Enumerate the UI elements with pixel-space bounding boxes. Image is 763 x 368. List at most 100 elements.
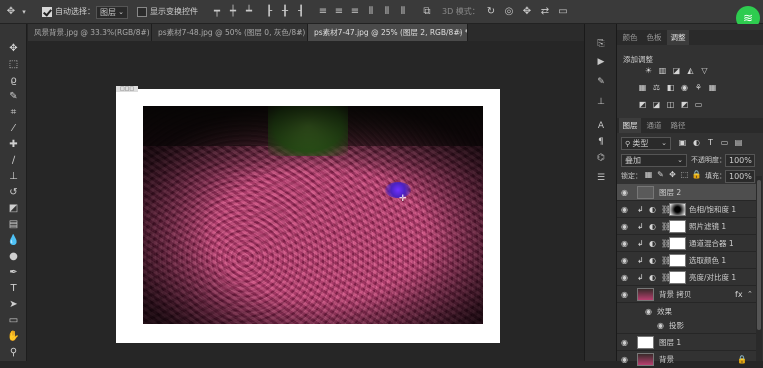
blur-tool-icon[interactable]: 💧 bbox=[4, 234, 23, 248]
marquee-tool-icon[interactable]: ⬚ bbox=[4, 58, 23, 72]
filter-shape-icon[interactable]: ▭ bbox=[719, 138, 730, 148]
move-icon[interactable]: ✥ bbox=[4, 5, 18, 19]
3d-slide-icon[interactable]: ⇄ bbox=[538, 5, 552, 19]
move-tool-icon[interactable]: ✥ bbox=[4, 42, 23, 56]
lock-artboard-icon[interactable]: ⬚ bbox=[679, 170, 690, 180]
visibility-eye-icon[interactable]: ◉ bbox=[621, 201, 628, 218]
lasso-tool-icon[interactable]: ϱ bbox=[4, 74, 23, 88]
eyedropper-tool-icon[interactable]: ⁄ bbox=[4, 122, 23, 136]
eraser-tool-icon[interactable]: ◩ bbox=[4, 202, 23, 216]
auto-select-target-select[interactable]: 图层 ⌄ bbox=[96, 6, 128, 19]
gradient-tool-icon[interactable]: ▤ bbox=[4, 218, 23, 232]
layer-row[interactable]: ◉ ↲ ◐ ⛓ 色相/饱和度 1 bbox=[617, 201, 757, 218]
align-vcenter-icon[interactable]: ┿ bbox=[226, 5, 240, 19]
show-transform-checkbox[interactable] bbox=[137, 7, 147, 17]
gradient-map-icon[interactable]: ▭ bbox=[693, 100, 704, 110]
type-tool-icon[interactable]: T bbox=[4, 282, 23, 296]
levels-icon[interactable]: ▥ bbox=[657, 66, 668, 76]
clone-stamp-tool-icon[interactable]: ⊥ bbox=[4, 170, 23, 184]
distribute-vcenter-icon[interactable]: ≡ bbox=[332, 5, 346, 19]
layer-filter-select[interactable]: ⚲ 类型 ⌄ bbox=[621, 137, 671, 150]
effect-item-row[interactable]: ◉ 投影 bbox=[617, 317, 757, 334]
character-panel-icon[interactable]: A bbox=[593, 120, 609, 133]
posterize-icon[interactable]: ◪ bbox=[651, 100, 662, 110]
crop-tool-icon[interactable]: ⌗ bbox=[4, 106, 23, 120]
align-left-icon[interactable]: ┠ bbox=[262, 5, 276, 19]
hand-tool-icon[interactable]: ✋ bbox=[4, 330, 23, 344]
tab-document-1[interactable]: 风景背景.jpg @ 33.3%(RGB/8#) bbox=[28, 24, 152, 41]
tab-adjustments[interactable]: 调整 bbox=[667, 30, 689, 45]
path-select-tool-icon[interactable]: ➤ bbox=[4, 298, 23, 312]
vibrance-icon[interactable]: ▽ bbox=[699, 66, 710, 76]
align-hcenter-icon[interactable]: ╂ bbox=[278, 5, 292, 19]
chevron-down-icon[interactable]: ⌃ bbox=[747, 286, 753, 303]
tool-preset-chevron-icon[interactable]: ▾ bbox=[17, 5, 31, 19]
color-balance-icon[interactable]: ⚖ bbox=[651, 83, 662, 93]
exposure-icon[interactable]: ◭ bbox=[685, 66, 696, 76]
lock-image-icon[interactable]: ✎ bbox=[655, 170, 666, 180]
layer-row[interactable]: ◉ 背景 🔒 bbox=[617, 351, 757, 368]
dodge-tool-icon[interactable]: ● bbox=[4, 250, 23, 264]
lock-transparent-icon[interactable]: ▦ bbox=[643, 170, 654, 180]
align-bottom-icon[interactable]: ┷ bbox=[242, 5, 256, 19]
blend-mode-select[interactable]: 叠加 ⌄ bbox=[621, 154, 687, 167]
photo-filter-icon[interactable]: ◉ bbox=[679, 83, 690, 93]
filter-pixel-icon[interactable]: ▣ bbox=[677, 138, 688, 148]
distribute-bottom-icon[interactable]: ≡ bbox=[348, 5, 362, 19]
visibility-eye-icon[interactable]: ◉ bbox=[621, 218, 628, 235]
threshold-icon[interactable]: ◫ bbox=[665, 100, 676, 110]
visibility-eye-icon[interactable]: ◉ bbox=[621, 252, 628, 269]
layer-row[interactable]: ◉ ↲ ◐ ⛓ 选取颜色 1 bbox=[617, 252, 757, 269]
brightness-icon[interactable]: ☀ bbox=[643, 66, 654, 76]
invert-icon[interactable]: ◩ bbox=[637, 100, 648, 110]
healing-brush-tool-icon[interactable]: ✚ bbox=[4, 138, 23, 152]
tab-document-3[interactable]: ps素材7-47.jpg @ 25% (图层 2, RGB/8#) * × bbox=[308, 24, 468, 41]
flower-field-photo[interactable] bbox=[143, 106, 483, 324]
distribute-hcenter-icon[interactable]: ⫴ bbox=[380, 5, 394, 19]
quick-select-tool-icon[interactable]: ✎ bbox=[4, 90, 23, 104]
curves-icon[interactable]: ◪ bbox=[671, 66, 682, 76]
visibility-eye-icon[interactable]: ◉ bbox=[621, 286, 628, 303]
align-top-icon[interactable]: ┯ bbox=[210, 5, 224, 19]
visibility-eye-icon[interactable]: ◉ bbox=[621, 269, 628, 286]
fill-input[interactable]: 100% bbox=[725, 170, 755, 183]
filter-smart-icon[interactable]: ▤ bbox=[733, 138, 744, 148]
actions-panel-icon[interactable]: ▶ bbox=[593, 56, 609, 69]
fx-icon[interactable]: fx bbox=[735, 286, 743, 303]
tab-color[interactable]: 颜色 bbox=[619, 30, 641, 45]
3d-rotate-icon[interactable]: ↻ bbox=[484, 5, 498, 19]
tab-swatches[interactable]: 色板 bbox=[643, 30, 665, 45]
3d-roll-icon[interactable]: ◎ bbox=[502, 5, 516, 19]
auto-select-checkbox[interactable] bbox=[42, 7, 52, 17]
hue-saturation-icon[interactable]: ▦ bbox=[637, 83, 648, 93]
shape-tool-icon[interactable]: ▭ bbox=[4, 314, 23, 328]
distribute-top-icon[interactable]: ≡ bbox=[316, 5, 330, 19]
brush-panel-icon[interactable]: ✎ bbox=[593, 76, 609, 89]
filter-adjust-icon[interactable]: ◐ bbox=[691, 138, 702, 148]
clone-source-panel-icon[interactable]: ⊥ bbox=[593, 96, 609, 109]
properties-panel-icon[interactable]: ☰ bbox=[593, 172, 609, 185]
layer-row[interactable]: ◉ 图层 1 bbox=[617, 334, 757, 351]
history-panel-icon[interactable]: ⎘ bbox=[593, 38, 609, 51]
tab-layers[interactable]: 图层 bbox=[619, 118, 641, 133]
close-icon[interactable]: × bbox=[297, 24, 303, 41]
align-right-icon[interactable]: ┨ bbox=[294, 5, 308, 19]
layer-row[interactable]: ◉ ↲ ◐ ⛓ 照片滤镜 1 bbox=[617, 218, 757, 235]
opacity-input[interactable]: 100% bbox=[725, 154, 755, 167]
layer-row[interactable]: ◉ ↲ ◐ ⛓ 亮度/对比度 1 bbox=[617, 269, 757, 286]
layer-row[interactable]: ◉ 背景 拷贝 fx ⌃ bbox=[617, 286, 757, 303]
3d-drag-icon[interactable]: ✥ bbox=[520, 5, 534, 19]
selective-color-icon[interactable]: ◩ bbox=[679, 100, 690, 110]
distribute-right-icon[interactable]: ⫴ bbox=[396, 5, 410, 19]
visibility-eye-icon[interactable]: ◉ bbox=[621, 351, 628, 368]
tab-channels[interactable]: 通道 bbox=[643, 118, 665, 133]
tab-paths[interactable]: 路径 bbox=[667, 118, 689, 133]
distribute-left-icon[interactable]: ⫴ bbox=[364, 5, 378, 19]
auto-align-icon[interactable]: ⧉ bbox=[420, 5, 434, 19]
layers-scrollbar[interactable] bbox=[756, 176, 762, 361]
filter-type-icon[interactable]: T bbox=[705, 138, 716, 148]
scrollbar-thumb[interactable] bbox=[757, 180, 761, 330]
visibility-eye-icon[interactable]: ◉ bbox=[657, 317, 664, 334]
lock-all-icon[interactable]: 🔒 bbox=[691, 170, 702, 180]
tab-document-2[interactable]: ps素材7-48.jpg @ 50% (图层 0, 灰色/8#) * × bbox=[152, 24, 308, 41]
